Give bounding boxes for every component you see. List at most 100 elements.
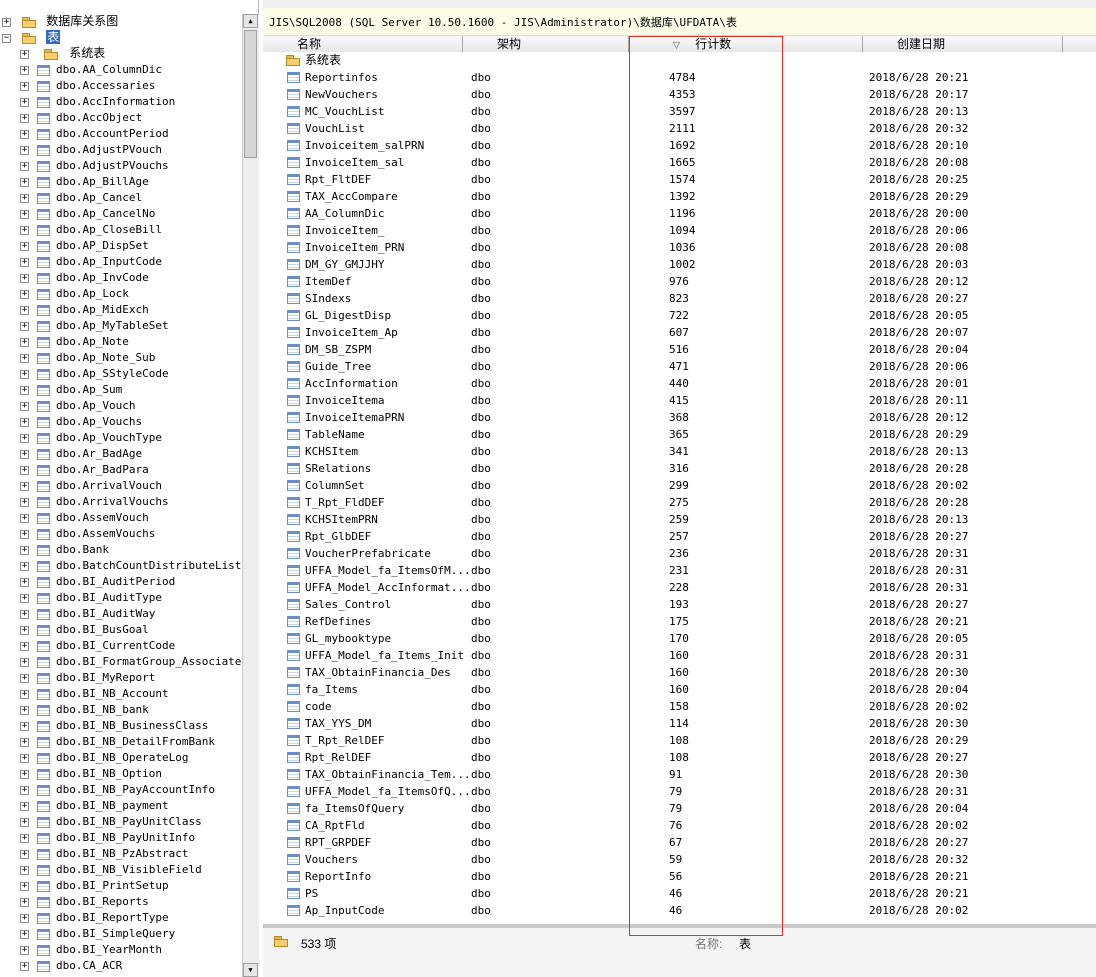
expand-icon[interactable]: + [20, 209, 29, 219]
tree-item-table[interactable]: + dbo.ArrivalVouchs [20, 494, 169, 510]
table-row[interactable]: InvoiceItem_ dbo 1094 2018/6/28 20:06 [263, 222, 1096, 239]
expand-icon[interactable]: + [20, 657, 29, 667]
tree-scrollbar[interactable]: ▲ ▼ [242, 14, 259, 977]
tree-item-table[interactable]: + dbo.BI_FormatGroup_Associate [20, 654, 241, 670]
expand-icon[interactable]: + [20, 353, 29, 363]
tree-item-table[interactable]: + dbo.Ap_MyTableSet [20, 318, 169, 334]
column-header-created[interactable]: 创建日期 [863, 36, 1063, 52]
tree-node-system-tables[interactable]: + 系统表 [20, 45, 105, 61]
tree-item-table[interactable]: + dbo.AdjustPVouchs [20, 158, 169, 174]
scroll-thumb[interactable] [244, 30, 257, 158]
table-row[interactable]: KCHSItemPRN dbo 259 2018/6/28 20:13 [263, 511, 1096, 528]
tree-item-table[interactable]: + dbo.BI_AuditWay [20, 606, 155, 622]
expand-icon[interactable]: + [20, 385, 29, 395]
table-row[interactable]: ItemDef dbo 976 2018/6/28 20:12 [263, 273, 1096, 290]
tree-item-table[interactable]: + dbo.BI_SimpleQuery [20, 926, 175, 942]
tree-item-table[interactable]: + dbo.BI_NB_DetailFromBank [20, 734, 215, 750]
expand-icon[interactable]: + [20, 369, 29, 379]
table-row[interactable]: DM_SB_ZSPM dbo 516 2018/6/28 20:04 [263, 341, 1096, 358]
expand-icon[interactable]: + [20, 609, 29, 619]
tree-item-table[interactable]: + dbo.BI_NB_bank [20, 702, 149, 718]
tree-item-table[interactable]: + dbo.AccountPeriod [20, 126, 169, 142]
expand-icon[interactable]: + [2, 17, 11, 27]
tree-item-table[interactable]: + dbo.BI_CurrentCode [20, 638, 175, 654]
tree-item-table[interactable]: + dbo.BI_NB_payment [20, 798, 169, 814]
expand-icon[interactable]: + [20, 401, 29, 411]
tree-item-table[interactable]: + dbo.Bank [20, 542, 109, 558]
table-row[interactable]: SIndexs dbo 823 2018/6/28 20:27 [263, 290, 1096, 307]
tree-item-table[interactable]: + dbo.Ap_BillAge [20, 174, 149, 190]
tree-item-table[interactable]: + dbo.Ap_Sum [20, 382, 122, 398]
tree-item-table[interactable]: + dbo.BI_NB_PzAbstract [20, 846, 188, 862]
table-row[interactable]: SRelations dbo 316 2018/6/28 20:28 [263, 460, 1096, 477]
expand-icon[interactable]: + [20, 273, 29, 283]
tree-item-table[interactable]: + dbo.BI_NB_OperateLog [20, 750, 188, 766]
expand-icon[interactable]: + [20, 449, 29, 459]
expand-icon[interactable]: + [20, 417, 29, 427]
expand-icon[interactable]: + [20, 545, 29, 555]
expand-icon[interactable]: + [20, 257, 29, 267]
table-row[interactable]: InvoiceItem_Ap dbo 607 2018/6/28 20:07 [263, 324, 1096, 341]
column-header-schema[interactable]: 架构 [463, 36, 629, 52]
expand-icon[interactable]: + [20, 241, 29, 251]
collapse-icon[interactable]: − [2, 33, 11, 43]
table-row[interactable]: VoucherPrefabricate dbo 236 2018/6/28 20:31 [263, 545, 1096, 562]
table-row[interactable]: UFFA_Model_AccInformat... dbo 228 2018/6/28… [263, 579, 1096, 596]
tree-item-table[interactable]: + dbo.BI_NB_BusinessClass [20, 718, 208, 734]
table-row[interactable]: Reportinfos dbo 4784 2018/6/28 20:21 [263, 69, 1096, 86]
tree-item-table[interactable]: + dbo.Accessaries [20, 78, 155, 94]
tree-item-table[interactable]: + dbo.AssemVouch [20, 510, 149, 526]
expand-icon[interactable]: + [20, 193, 29, 203]
table-row[interactable]: MC_VouchList dbo 3597 2018/6/28 20:13 [263, 103, 1096, 120]
table-row[interactable]: Sales_Control dbo 193 2018/6/28 20:27 [263, 596, 1096, 613]
expand-icon[interactable]: + [20, 673, 29, 683]
table-row[interactable]: GL_mybooktype dbo 170 2018/6/28 20:05 [263, 630, 1096, 647]
tree-item-table[interactable]: + dbo.Ap_MidExch [20, 302, 149, 318]
expand-icon[interactable]: + [20, 497, 29, 507]
expand-icon[interactable]: + [20, 145, 29, 155]
expand-icon[interactable]: + [20, 913, 29, 923]
tree-item-table[interactable]: + dbo.BI_NB_Option [20, 766, 162, 782]
table-row[interactable]: RPT_GRPDEF dbo 67 2018/6/28 20:27 [263, 834, 1096, 851]
expand-icon[interactable]: + [20, 321, 29, 331]
table-row[interactable]: ReportInfo dbo 56 2018/6/28 20:21 [263, 868, 1096, 885]
table-row[interactable]: TAX_ObtainFinancia_Tem... dbo 91 2018/6/28 … [263, 766, 1096, 783]
tree-item-table[interactable]: + dbo.BI_MyReport [20, 670, 155, 686]
expand-icon[interactable]: + [20, 705, 29, 715]
table-row[interactable]: Rpt_RelDEF dbo 108 2018/6/28 20:27 [263, 749, 1096, 766]
expand-icon[interactable]: + [20, 929, 29, 939]
expand-icon[interactable]: + [20, 689, 29, 699]
tree-item-table[interactable]: + dbo.BI_Reports [20, 894, 149, 910]
expand-icon[interactable]: + [20, 49, 29, 59]
tree-item-table[interactable]: + dbo.Ap_Note [20, 334, 129, 350]
tree-item-table[interactable]: + dbo.ArrivalVouch [20, 478, 162, 494]
expand-icon[interactable]: + [20, 65, 29, 75]
expand-icon[interactable]: + [20, 961, 29, 971]
tree-item-table[interactable]: + dbo.BI_NB_PayUnitClass [20, 814, 202, 830]
tree-item-table[interactable]: + dbo.Ap_CloseBill [20, 222, 162, 238]
expand-icon[interactable]: + [20, 433, 29, 443]
expand-icon[interactable]: + [20, 881, 29, 891]
tree-item-table[interactable]: + dbo.Ar_BadAge [20, 446, 142, 462]
expand-icon[interactable]: + [20, 177, 29, 187]
table-row[interactable]: VouchList dbo 2111 2018/6/28 20:32 [263, 120, 1096, 137]
table-row[interactable]: code dbo 158 2018/6/28 20:02 [263, 698, 1096, 715]
tree-item-table[interactable]: + dbo.BI_NB_VisibleField [20, 862, 202, 878]
tree-item-table[interactable]: + dbo.Ap_Vouchs [20, 414, 142, 430]
tree-item-table[interactable]: + dbo.Ap_InputCode [20, 254, 162, 270]
expand-icon[interactable]: + [20, 625, 29, 635]
tree-item-table[interactable]: + dbo.Ap_Vouch [20, 398, 135, 414]
table-row[interactable]: T_Rpt_RelDEF dbo 108 2018/6/28 20:29 [263, 732, 1096, 749]
table-row[interactable]: TableName dbo 365 2018/6/28 20:29 [263, 426, 1096, 443]
table-row[interactable]: fa_Items dbo 160 2018/6/28 20:04 [263, 681, 1096, 698]
tree-item-table[interactable]: + dbo.BI_PrintSetup [20, 878, 169, 894]
tree-item-table[interactable]: + dbo.AccObject [20, 110, 142, 126]
expand-icon[interactable]: + [20, 945, 29, 955]
expand-icon[interactable]: + [20, 225, 29, 235]
table-row[interactable]: Vouchers dbo 59 2018/6/28 20:32 [263, 851, 1096, 868]
table-row[interactable]: AccInformation dbo 440 2018/6/28 20:01 [263, 375, 1096, 392]
expand-icon[interactable]: + [20, 113, 29, 123]
tree-item-table[interactable]: + dbo.Ap_InvCode [20, 270, 149, 286]
table-row[interactable]: UFFA_Model_fa_ItemsOfQ... dbo 79 2018/6/28 … [263, 783, 1096, 800]
tree-item-table[interactable]: + dbo.AA_ColumnDic [20, 62, 162, 78]
